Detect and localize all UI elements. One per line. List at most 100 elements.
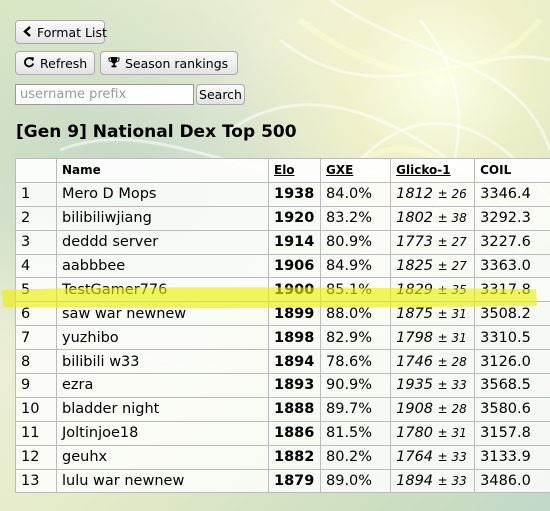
coil-cell: 3486.0	[474, 468, 550, 494]
glicko-rating: 1825	[396, 258, 434, 274]
glicko-rating: 1935	[396, 377, 434, 394]
trophy-icon	[108, 56, 120, 70]
elo-cell: 1898	[268, 325, 321, 351]
glicko-deviation: ± 26	[437, 187, 467, 202]
glicko-cell: 1812 ± 26	[390, 181, 476, 207]
ladder-row: 9 ezra 1893 90.9% 1935 ± 33 3568.5	[15, 373, 550, 398]
glicko-deviation: ± 28	[437, 354, 467, 369]
gxe-cell: 89.0%	[319, 468, 392, 494]
coil-cell: 3363.0	[474, 253, 550, 279]
coil-cell: 3292.3	[474, 205, 550, 231]
rank-cell: 11	[15, 420, 57, 446]
ladder-row: 6 saw war newnew 1899 88.0% 1875 ± 31 3508.2	[15, 301, 550, 327]
gxe-column-header[interactable]: GXE	[319, 158, 392, 183]
search-button[interactable]: Search	[196, 84, 245, 105]
glicko-column-header[interactable]: Glicko-1	[390, 158, 476, 183]
elo-cell: 1920	[268, 205, 321, 231]
elo-cell: 1886	[268, 420, 321, 446]
rank-column-header	[15, 158, 57, 183]
coil-cell: 3580.6	[474, 396, 550, 422]
ladder-row: 2 bilibiliwjiang 1920 83.2% 1802 ± 38 3292.3	[15, 205, 550, 231]
player-name-link[interactable]: bilibili w33	[56, 349, 269, 375]
elo-cell: 1938	[268, 181, 321, 207]
rank-cell: 3	[15, 229, 57, 255]
elo-cell: 1882	[268, 444, 321, 470]
glicko-cell: 1764 ± 33	[390, 444, 476, 470]
coil-cell: 3317.8	[474, 277, 550, 303]
player-name-link[interactable]: Joltinjoe18	[56, 420, 269, 446]
glicko-deviation: ± 35	[437, 282, 467, 297]
rank-cell: 5	[15, 277, 57, 303]
player-name-link[interactable]: saw war newnew	[56, 301, 269, 327]
rank-cell: 1	[15, 181, 57, 207]
username-search-input[interactable]	[15, 84, 194, 105]
player-name-link[interactable]: yuzhibo	[56, 325, 269, 351]
gxe-cell: 83.2%	[319, 205, 392, 231]
coil-cell: 3157.8	[474, 420, 550, 446]
refresh-button[interactable]: Refresh	[15, 51, 95, 75]
glicko-cell: 1773 ± 27	[390, 229, 476, 255]
coil-cell: 3508.2	[474, 301, 550, 327]
glicko-rating: 1798	[396, 329, 434, 346]
glicko-deviation: ± 33	[437, 450, 467, 465]
glicko-column-label: Glicko-1	[396, 163, 451, 178]
search-label: Search	[199, 87, 242, 102]
elo-cell: 1899	[268, 301, 321, 327]
ladder-table: Name Elo GXE Glicko-1 COIL 1 Mero D Mops 1…	[15, 158, 550, 494]
format-list-label: Format List	[37, 24, 107, 40]
glicko-cell: 1798 ± 31	[390, 325, 476, 351]
coil-cell: 3568.5	[474, 373, 550, 398]
season-rankings-button[interactable]: Season rankings	[100, 51, 238, 75]
coil-cell: 3227.6	[474, 229, 550, 255]
coil-cell: 3126.0	[474, 349, 550, 375]
gxe-cell: 90.9%	[319, 373, 392, 398]
format-list-button[interactable]: Format List	[15, 20, 107, 44]
chevron-left-icon	[23, 25, 32, 39]
glicko-rating: 1875	[396, 305, 434, 322]
elo-cell: 1888	[268, 396, 321, 422]
player-name-link[interactable]: deddd server	[56, 229, 269, 255]
elo-cell: 1906	[268, 253, 321, 279]
glicko-rating: 1829	[396, 281, 434, 298]
glicko-deviation: ± 33	[437, 378, 467, 393]
player-name-link[interactable]: bilibiliwjiang	[56, 205, 269, 231]
glicko-rating: 1746	[396, 353, 434, 370]
glicko-rating: 1773	[396, 234, 434, 251]
gxe-cell: 84.0%	[319, 181, 392, 207]
rank-cell: 13	[15, 468, 57, 494]
player-name-link[interactable]: Mero D Mops	[56, 181, 269, 207]
gxe-column-label: GXE	[326, 163, 354, 178]
ladder-header-row: Name Elo GXE Glicko-1 COIL	[15, 158, 550, 183]
gxe-cell: 81.5%	[319, 420, 392, 446]
refresh-label: Refresh	[40, 55, 88, 71]
glicko-cell: 1825 ± 27	[390, 253, 476, 279]
elo-column-header[interactable]: Elo	[268, 158, 321, 183]
ladder-row: 8 bilibili w33 1894 78.6% 1746 ± 28 3126.0	[15, 349, 550, 375]
rank-cell: 6	[15, 301, 57, 327]
elo-cell: 1914	[268, 229, 321, 255]
glicko-deviation: ± 38	[437, 211, 467, 226]
glicko-cell: 1746 ± 28	[390, 349, 476, 375]
rank-cell: 9	[15, 373, 57, 398]
player-name-link[interactable]: lulu war newnew	[56, 468, 269, 494]
player-name-link[interactable]: bladder night	[56, 396, 269, 422]
glicko-cell: 1829 ± 35	[390, 277, 476, 303]
elo-cell: 1893	[268, 373, 321, 398]
glicko-cell: 1894 ± 33	[390, 468, 476, 494]
glicko-cell: 1908 ± 28	[390, 396, 476, 422]
rank-cell: 8	[15, 349, 57, 375]
ladder-row: 12 geuhx 1882 80.2% 1764 ± 33 3133.9	[15, 444, 550, 470]
elo-cell: 1900	[268, 277, 321, 303]
ladder-row: 13 lulu war newnew 1879 89.0% 1894 ± 33 3486.…	[15, 468, 550, 494]
player-name-link[interactable]: geuhx	[56, 444, 269, 470]
coil-cell: 3133.9	[474, 444, 550, 470]
glicko-rating: 1812	[396, 186, 434, 203]
gxe-cell: 80.9%	[319, 229, 392, 255]
player-name-link[interactable]: TestGamer776	[56, 277, 269, 303]
player-name-link[interactable]: aabbbee	[56, 253, 269, 279]
ladder-row: 10 bladder night 1888 89.7% 1908 ± 28 3580.6	[15, 396, 550, 422]
gxe-cell: 82.9%	[319, 325, 392, 351]
gxe-cell: 80.2%	[319, 444, 392, 470]
player-name-link[interactable]: ezra	[56, 373, 269, 398]
glicko-deviation: ± 31	[437, 330, 467, 345]
